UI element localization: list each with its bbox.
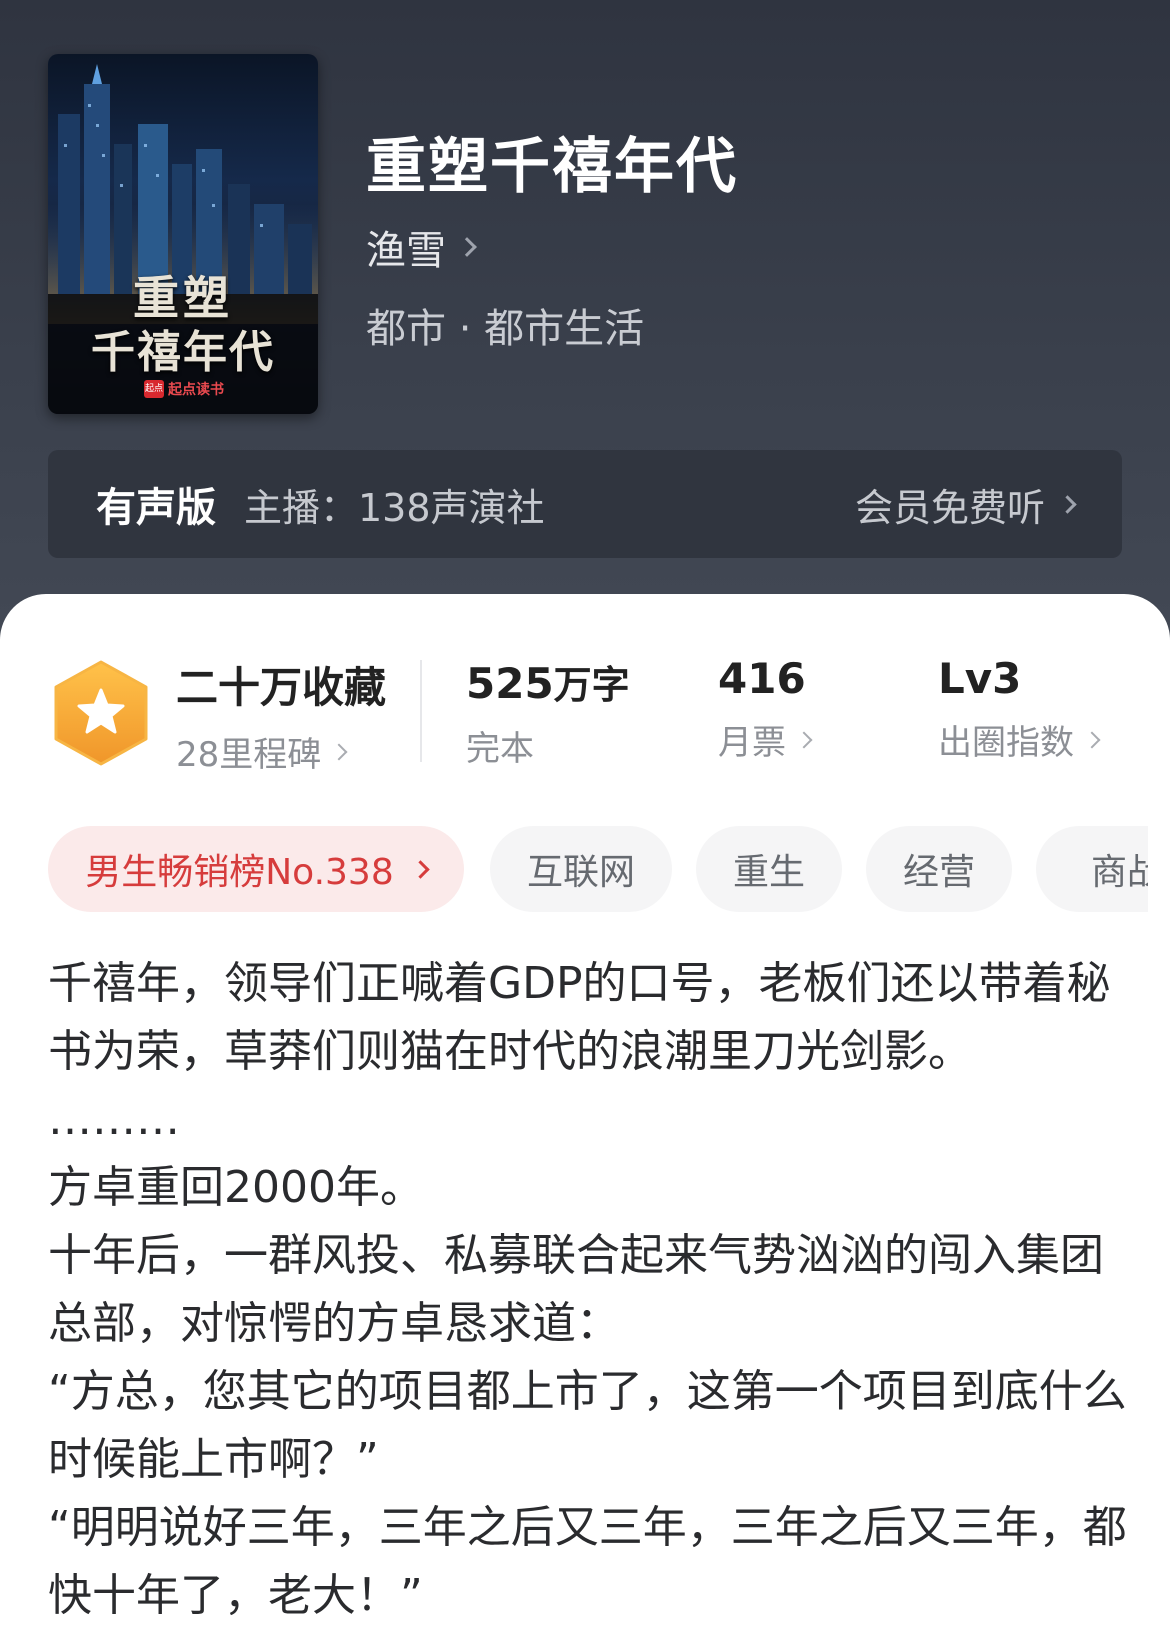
tag-business[interactable]: 经营 <box>866 826 1012 912</box>
tag-list: 男生畅销榜No.338 互联网 重生 经营 商战 <box>48 826 1148 912</box>
chevron-right-icon <box>457 237 477 257</box>
book-title: 重塑千禧年代 <box>366 132 738 202</box>
stat-divider <box>420 660 422 762</box>
author-link[interactable]: 渔雪 <box>366 218 477 276</box>
publisher-logo: 起点 起点读书 <box>144 378 224 400</box>
chevron-right-icon <box>330 743 348 760</box>
description-paragraph: 方卓重回2000年。 <box>48 1162 424 1213</box>
stat-popularity-index-label: 出圈指数 <box>938 723 1074 763</box>
book-genre: 都市 · 都市生活 <box>366 306 645 352</box>
audio-host: 主播：138声演社 <box>244 485 545 530</box>
publisher-logo-mark: 起点 <box>144 380 164 398</box>
stat-status-label: 完本 <box>466 729 534 769</box>
tag-business-war[interactable]: 商战 <box>1036 826 1148 912</box>
stat-milestones-link[interactable]: 28里程碑 <box>176 727 386 776</box>
stat-collections[interactable]: 二十万收藏 28里程碑 <box>176 654 386 776</box>
tag-internet[interactable]: 互联网 <box>490 826 672 912</box>
chevron-right-icon <box>1083 731 1101 748</box>
stat-word-count: 525万字 完本 <box>466 654 630 770</box>
stat-milestones-label: 28里程碑 <box>176 735 322 775</box>
cover-title-line2: 千禧年代 <box>91 327 275 378</box>
audio-version-bar[interactable]: 有声版 主播：138声演社 会员免费听 <box>48 450 1122 558</box>
chevron-right-icon <box>411 859 430 879</box>
stat-monthly-tickets[interactable]: 416 月票 <box>718 654 813 764</box>
stat-popularity-index-value: Lv3 <box>938 654 1022 703</box>
listen-free-button[interactable]: 会员免费听 <box>854 477 1077 532</box>
author-name: 渔雪 <box>366 228 446 274</box>
audio-version-label: 有声版 <box>96 485 216 531</box>
publisher-name: 起点读书 <box>168 382 224 398</box>
rank-tag[interactable]: 男生畅销榜No.338 <box>48 826 464 912</box>
stat-word-count-unit: 万字 <box>553 663 630 707</box>
chevron-right-icon <box>795 731 813 748</box>
description-paragraph: “方总，您其它的项目都上市了，这第一个项目到底什么时候能上市啊？” <box>48 1366 1127 1485</box>
book-description: 千禧年，领导们正喊着GDP的口号，老板们还以带着秘书为荣，草莽们则猫在时代的浪潮… <box>48 950 1128 1630</box>
stat-popularity-index[interactable]: Lv3 出圈指数 <box>938 654 1101 764</box>
stat-collections-value: 二十万收藏 <box>176 663 387 712</box>
listen-free-label: 会员免费听 <box>854 485 1045 530</box>
description-paragraph: “明明说好三年，三年之后又三年，三年之后又三年，都快十年了，老大！” <box>48 1502 1127 1621</box>
rank-tag-label: 男生畅销榜No.338 <box>85 852 394 893</box>
collection-star-badge-icon <box>54 660 148 766</box>
description-paragraph: ……… <box>48 1094 180 1145</box>
stat-monthly-tickets-value: 416 <box>718 654 806 703</box>
description-paragraph: 十年后，一群风投、私募联合起来气势汹汹的闯入集团总部，对惊愕的方卓恳求道： <box>48 1230 1104 1349</box>
chevron-right-icon <box>1058 494 1077 514</box>
description-paragraph: 千禧年，领导们正喊着GDP的口号，老板们还以带着秘书为荣，草莽们则猫在时代的浪潮… <box>48 958 1111 1077</box>
stat-monthly-tickets-label: 月票 <box>718 723 786 763</box>
tag-rebirth[interactable]: 重生 <box>696 826 842 912</box>
stat-word-count-value: 525 <box>466 659 554 708</box>
book-cover[interactable]: 重塑 千禧年代 起点 起点读书 <box>48 54 318 414</box>
